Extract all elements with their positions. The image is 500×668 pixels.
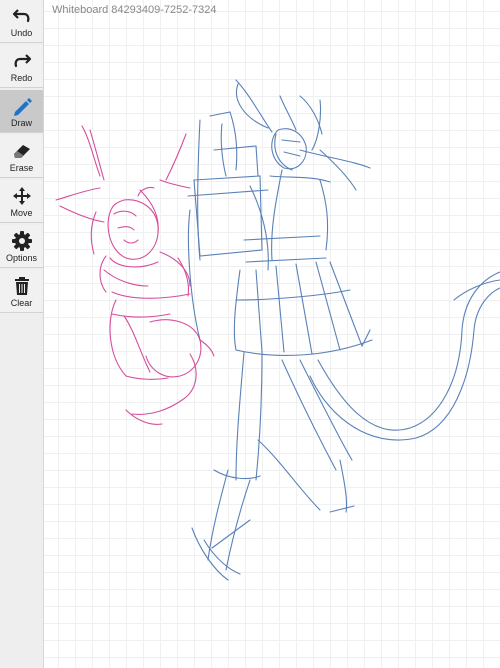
draw-label: Draw	[10, 118, 32, 128]
draw-button[interactable]: Draw	[0, 90, 43, 133]
trash-icon	[11, 275, 33, 297]
sketch-drawing	[55, 79, 500, 581]
move-icon	[11, 185, 33, 207]
tool-sidebar: Undo Redo Draw Erase Move Options Clear	[0, 0, 44, 668]
clear-button[interactable]: Clear	[0, 270, 43, 313]
blue-sketch	[187, 79, 500, 581]
move-button[interactable]: Move	[0, 180, 43, 223]
undo-icon	[11, 5, 33, 27]
move-label: Move	[10, 208, 33, 218]
options-button[interactable]: Options	[0, 225, 43, 268]
erase-button[interactable]: Erase	[0, 135, 43, 178]
clear-label: Clear	[10, 298, 33, 308]
pencil-icon	[11, 95, 33, 117]
undo-button[interactable]: Undo	[0, 0, 43, 43]
eraser-icon	[11, 140, 33, 162]
whiteboard-title: Whiteboard 84293409-7252-7324	[52, 4, 217, 16]
redo-button[interactable]: Redo	[0, 45, 43, 88]
redo-icon	[11, 50, 33, 72]
gear-icon	[11, 230, 33, 252]
options-label: Options	[5, 253, 38, 263]
erase-label: Erase	[9, 163, 34, 173]
redo-label: Redo	[10, 73, 33, 83]
undo-label: Undo	[10, 28, 33, 38]
